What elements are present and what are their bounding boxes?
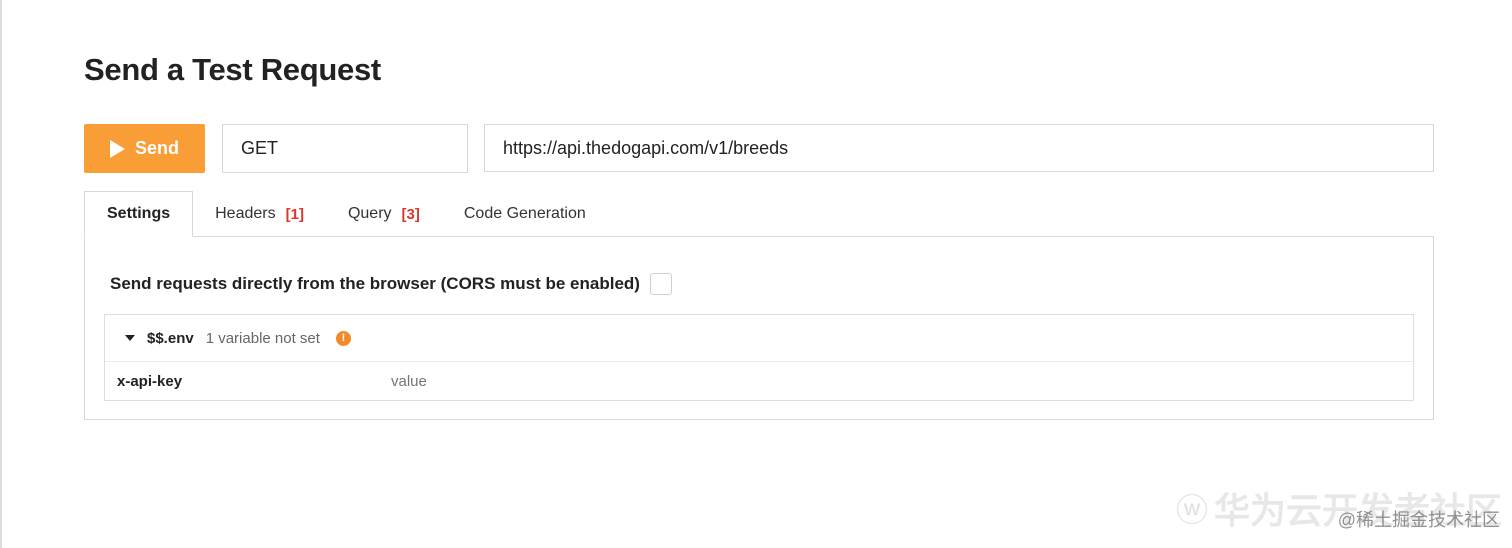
page-title: Send a Test Request xyxy=(84,52,381,87)
play-icon xyxy=(109,139,125,158)
env-section: $$.env 1 variable not set ! x-api-key xyxy=(104,314,1414,401)
request-tabs: Settings Headers [1] Query [3] Code Gene… xyxy=(84,191,608,237)
caret-down-icon[interactable] xyxy=(125,335,135,341)
cors-checkbox[interactable] xyxy=(649,273,672,295)
tab-count: [3] xyxy=(401,205,420,223)
tab-label: Query xyxy=(347,205,392,222)
env-status: 1 variable not set xyxy=(205,329,320,347)
page: Send a Test Request Send GET https://api… xyxy=(0,0,1512,548)
watermark-sub: @稀土掘金技术社区 xyxy=(1337,510,1500,530)
cors-option: Send requests directly from the browser … xyxy=(110,273,672,295)
settings-panel: Send requests directly from the browser … xyxy=(84,236,1434,420)
tab-settings[interactable]: Settings xyxy=(84,191,194,237)
send-button-label: Send xyxy=(134,138,179,158)
tab-query[interactable]: Query [3] xyxy=(326,191,442,237)
tab-headers[interactable]: Headers [1] xyxy=(193,191,326,237)
cors-label: Send requests directly from the browser … xyxy=(110,274,640,293)
method-select[interactable]: GET xyxy=(222,124,468,173)
tab-label: Headers xyxy=(215,205,276,222)
env-header[interactable]: $$.env 1 variable not set ! xyxy=(105,315,1413,362)
warning-icon: ! xyxy=(335,330,351,346)
tab-count: [1] xyxy=(285,205,304,223)
env-variable-value-input[interactable] xyxy=(391,372,590,390)
tab-label: Code Generation xyxy=(463,205,586,222)
tab-label: Settings xyxy=(107,205,171,222)
env-variable-row: x-api-key xyxy=(105,362,1413,400)
env-name: $$.env xyxy=(147,329,194,347)
weibo-logo-icon: ⓦ xyxy=(1175,492,1208,528)
tab-code-generation[interactable]: Code Generation xyxy=(442,191,608,237)
send-button[interactable]: Send xyxy=(84,124,205,173)
url-input[interactable]: https://api.thedogapi.com/v1/breeds xyxy=(484,124,1434,172)
env-variable-key: x-api-key xyxy=(117,372,183,390)
